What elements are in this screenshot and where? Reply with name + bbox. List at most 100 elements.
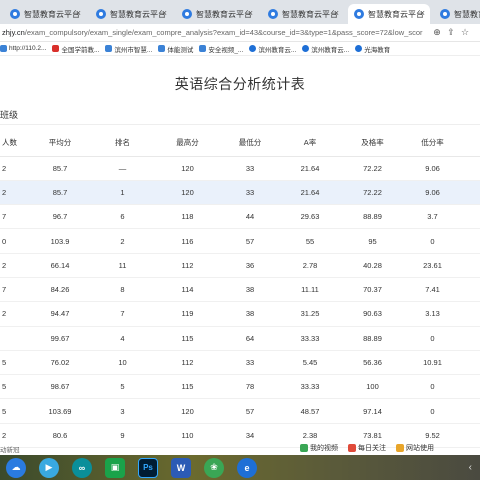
footer-links: 我的视频 每日关注 网站使用 [300,443,444,453]
table-cell-spacer [460,374,480,400]
table-cell: 115 [155,326,220,351]
class-section-label: 班级 [0,110,19,120]
bookmark-item[interactable]: 滨州教育云... [302,44,349,54]
bookmark-item[interactable]: 安全视频_... [199,44,243,54]
site-favicon-icon [96,9,106,19]
tray-chevron-icon[interactable]: ‹ [469,462,472,473]
arduino-icon[interactable]: ∞ [72,457,92,478]
baidu-netdisk-icon[interactable]: ☁ [6,457,26,478]
video-icon [300,444,308,452]
tab-label: 智慧教育云平台 [454,9,480,19]
browser-tab[interactable]: 智慧教育云平台× [262,4,344,24]
browser-tab[interactable]: 智慧教育云平台× [434,4,480,24]
browser-tab[interactable]: 智慧教育云平台× [90,4,172,24]
bookmark-item[interactable]: http://110.2... [0,45,46,52]
page-title: 英语综合分析统计表 [174,76,306,92]
close-icon[interactable]: × [248,8,253,18]
browser-tab[interactable]: 智慧教育云平台× [176,4,258,24]
table-cell: 66.14 [30,253,90,278]
bookmark-label: 体能测试 [167,46,194,54]
table-cell: 0 [0,228,30,254]
address-bar[interactable]: zhjy.cn/exam_compulsory/exam_single/exam… [0,24,480,42]
table-cell: 72.22 [340,156,405,181]
tab-label: 智慧教育云平台 [24,9,80,19]
taskbar: ☁ ▶ ∞ ▣ Ps W ❀ e ‹ [0,455,480,480]
table-cell: 8 [90,277,155,303]
cloud-icon[interactable]: ❀ [204,457,224,478]
table-cell: 84.26 [30,277,90,303]
site-usage-label: 网站使用 [406,445,434,452]
tab-label: 智慧教育云平台 [110,9,166,19]
my-videos-link[interactable]: 我的视频 [300,443,338,453]
tab-label: 智慧教育云平台 [282,9,338,19]
stats-table: 人数 平均分 排名 最高分 最低分 A率 及格率 低分率 2 85.7—120 33 21.64 72… [0,130,480,473]
table-cell: 99.67 [30,326,90,351]
table-cell: 0 [405,398,460,424]
table-cell: 2 [0,156,30,181]
table-cell: 5.45 [280,350,340,376]
table-cell-spacer [460,398,480,424]
table-cell: 100 [340,374,405,400]
table-cell: 5 [0,350,30,376]
bookmark-item[interactable]: 滨州市智慧... [105,44,152,54]
zoom-icon[interactable]: ⊕ [430,27,444,38]
column-header: A率 [280,130,340,157]
browser-tab[interactable]: 智慧教育云平台× [348,4,430,24]
edge-icon[interactable]: e [237,457,257,478]
bookmark-item[interactable]: 体能测试 [158,44,193,54]
table-header-row: 人数 平均分 排名 最高分 最低分 A率 及格率 低分率 [0,130,480,157]
table-cell: 103.69 [30,398,90,424]
table-cell: 3 [90,398,155,424]
table-cell: 90.63 [340,301,405,327]
bookmark-label: 全国学前教... [61,46,100,54]
table-cell: 21.64 [280,180,340,206]
table-cell: 97.14 [340,398,405,424]
table-cell: 5 [90,374,155,400]
camtasia-icon[interactable]: ▣ [105,457,125,478]
site-usage-link[interactable]: 网站使用 [396,443,434,453]
column-header-spacer [460,130,480,157]
table-cell: 0 [405,374,460,400]
site-favicon-icon [440,9,450,19]
table-cell: 76.02 [30,350,90,376]
table-cell: 96.7 [30,204,90,230]
close-icon[interactable]: × [76,8,81,18]
photoshop-icon[interactable]: Ps [138,457,158,478]
table-cell: 23.61 [405,253,460,278]
bookmark-item[interactable]: 光海教育 [355,44,390,54]
table-cell: 21.64 [280,156,340,181]
table-cell: 115 [155,374,220,400]
table-cell: 7 [0,204,30,230]
bookmark-item[interactable]: 全国学前教... [52,44,99,54]
wps-icon[interactable]: W [171,457,191,478]
table-row: 7 84.26 8 114 38 11.11 70.37 7.41 [0,277,480,303]
star-icon[interactable]: ☆ [458,27,472,38]
site-favicon-icon [268,9,278,19]
table-row: 5 76.02 10 112 33 5.45 56.36 10.91 [0,350,480,376]
my-videos-label: 我的视频 [310,445,338,452]
close-icon[interactable]: × [162,8,167,18]
table-row: 5 103.69 3 120 57 48.57 97.14 0 [0,398,480,424]
bookmark-icon [302,45,310,52]
table-cell-spacer [460,301,480,327]
share-icon[interactable]: ⇪ [444,27,458,38]
daily-focus-link[interactable]: 每日关注 [348,443,386,453]
bookmark-label: 光海教育 [364,46,391,54]
media-player-icon[interactable]: ▶ [39,457,59,478]
table-cell-spacer [460,277,480,303]
url-field[interactable]: zhjy.cn/exam_compulsory/exam_single/exam… [0,28,430,37]
table-cell: 70.37 [340,277,405,303]
footer-left-text: 动新冠 [0,447,20,454]
table-cell: 11 [90,253,155,278]
table-cell: 78 [220,374,280,400]
bookmark-item[interactable]: 滨州教育云... [249,44,296,54]
browser-tab[interactable]: 智慧教育云平台× [4,4,86,24]
close-icon[interactable]: × [334,8,339,18]
tab-label: 智慧教育云平台 [368,9,424,19]
table-cell: 33.33 [280,374,340,400]
table-cell: 5 [0,398,30,424]
bookmark-icon [52,45,60,52]
table-cell: 36 [220,253,280,278]
close-icon[interactable]: × [420,8,425,18]
table-cell: 119 [155,301,220,327]
